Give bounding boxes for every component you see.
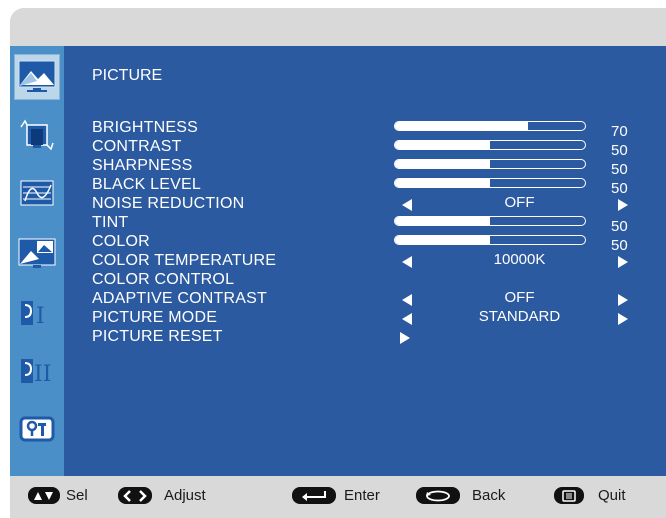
hint-adjust-label: Adjust: [164, 487, 206, 504]
sidebar-item-setup-one[interactable]: I: [14, 290, 60, 336]
menu-row-noise-reduction[interactable]: NOISE REDUCTION OFF: [92, 194, 662, 213]
menu-row-contrast[interactable]: CONTRAST 50: [92, 137, 662, 159]
enter-key-icon: [292, 487, 336, 504]
sidebar-item-pip[interactable]: [14, 230, 60, 276]
menu-row-tint[interactable]: TINT 50: [92, 213, 662, 235]
menu-row-color-control[interactable]: COLOR CONTROL: [92, 270, 662, 289]
screen-adjust-icon: [20, 119, 54, 151]
menu-row-sharpness[interactable]: SHARPNESS 50: [92, 156, 662, 178]
menu-item-label: COLOR CONTROL: [92, 271, 235, 288]
sharpness-slider[interactable]: [394, 159, 586, 169]
menu-row-brightness[interactable]: BRIGHTNESS 70: [92, 118, 662, 140]
right-arrow-icon[interactable]: [618, 294, 628, 306]
back-key-icon: [416, 487, 460, 504]
menu-item-label: NOISE REDUCTION: [92, 195, 245, 212]
menu-item-label: PICTURE MODE: [92, 309, 218, 326]
hint-enter-label: Enter: [344, 487, 380, 504]
picture-menu-panel: PICTURE BRIGHTNESS 70 CONTRAST 50 SHARPN…: [64, 46, 666, 476]
sidebar-item-audio[interactable]: [14, 170, 60, 216]
menu-item-label: ADAPTIVE CONTRAST: [92, 290, 267, 307]
sidebar-item-picture[interactable]: [14, 54, 60, 100]
pip-icon: [18, 238, 56, 268]
button-hint-bar: Sel Adjust Enter Back Quit: [10, 476, 666, 518]
picture-landscape-icon: [18, 60, 56, 92]
color-temperature-value: 10000K: [493, 251, 546, 268]
menu-row-picture-reset[interactable]: PICTURE RESET: [92, 327, 662, 346]
left-arrow-icon[interactable]: [402, 313, 412, 325]
menu-row-black-level[interactable]: BLACK LEVEL 50: [92, 175, 662, 197]
up-down-key-icon: [28, 487, 60, 504]
top-bar: [10, 8, 666, 46]
menu-item-label: SHARPNESS: [92, 157, 193, 174]
left-arrow-icon[interactable]: [402, 256, 412, 268]
setup-two-icon: II: [21, 359, 51, 387]
left-arrow-icon[interactable]: [402, 294, 412, 306]
menu-item-label: COLOR: [92, 233, 150, 250]
hint-quit: Quit: [554, 487, 626, 504]
menu-item-label: CONTRAST: [92, 138, 182, 155]
menu-item-label: COLOR TEMPERATURE: [92, 252, 277, 269]
menu-row-picture-mode[interactable]: PICTURE MODE STANDARD: [92, 308, 662, 327]
sidebar: I II: [10, 46, 64, 476]
adaptive-contrast-value: OFF: [504, 289, 535, 306]
menu-title: PICTURE: [92, 67, 163, 84]
hint-enter: Enter: [292, 487, 380, 504]
hint-back-label: Back: [472, 487, 506, 504]
black-level-slider[interactable]: [394, 178, 586, 188]
menu-item-label: PICTURE RESET: [92, 328, 223, 345]
contrast-slider[interactable]: [394, 140, 586, 150]
menu-item-label: TINT: [92, 214, 129, 231]
menu-row-color-temperature[interactable]: COLOR TEMPERATURE 10000K: [92, 251, 662, 270]
audio-icon: [20, 180, 54, 206]
color-slider[interactable]: [394, 235, 586, 245]
left-arrow-icon[interactable]: [402, 199, 412, 211]
noise-reduction-value: OFF: [504, 194, 535, 211]
sidebar-item-setup-two[interactable]: II: [14, 348, 60, 394]
menu-item-label: BRIGHTNESS: [92, 119, 199, 136]
hint-adjust: Adjust: [118, 487, 206, 504]
picture-mode-value: STANDARD: [478, 308, 561, 325]
right-arrow-icon[interactable]: [618, 256, 628, 268]
hint-quit-label: Quit: [598, 487, 626, 504]
menu-item-label: BLACK LEVEL: [92, 176, 201, 193]
hint-select-label: Sel: [66, 487, 88, 504]
right-arrow-icon[interactable]: [618, 313, 628, 325]
sidebar-item-information[interactable]: [14, 406, 60, 452]
svg-text:I: I: [36, 304, 45, 329]
enter-arrow-icon[interactable]: [400, 332, 410, 344]
osd-menu-window: I II PICTURE BRIGHTNESS 70 CONTRAST 50 S…: [10, 8, 666, 518]
left-right-key-icon: [118, 487, 152, 504]
menu-key-icon: [554, 487, 584, 504]
information-icon: [19, 416, 55, 442]
hint-select: Sel: [28, 487, 88, 504]
menu-row-color[interactable]: COLOR 50: [92, 232, 662, 254]
sidebar-item-screen[interactable]: [14, 112, 60, 158]
right-arrow-icon[interactable]: [618, 199, 628, 211]
tint-slider[interactable]: [394, 216, 586, 226]
hint-back: Back: [416, 487, 505, 504]
menu-row-adaptive-contrast[interactable]: ADAPTIVE CONTRAST OFF: [92, 289, 662, 308]
svg-text:II: II: [34, 362, 51, 387]
brightness-slider[interactable]: [394, 121, 586, 131]
setup-one-icon: I: [21, 301, 45, 329]
